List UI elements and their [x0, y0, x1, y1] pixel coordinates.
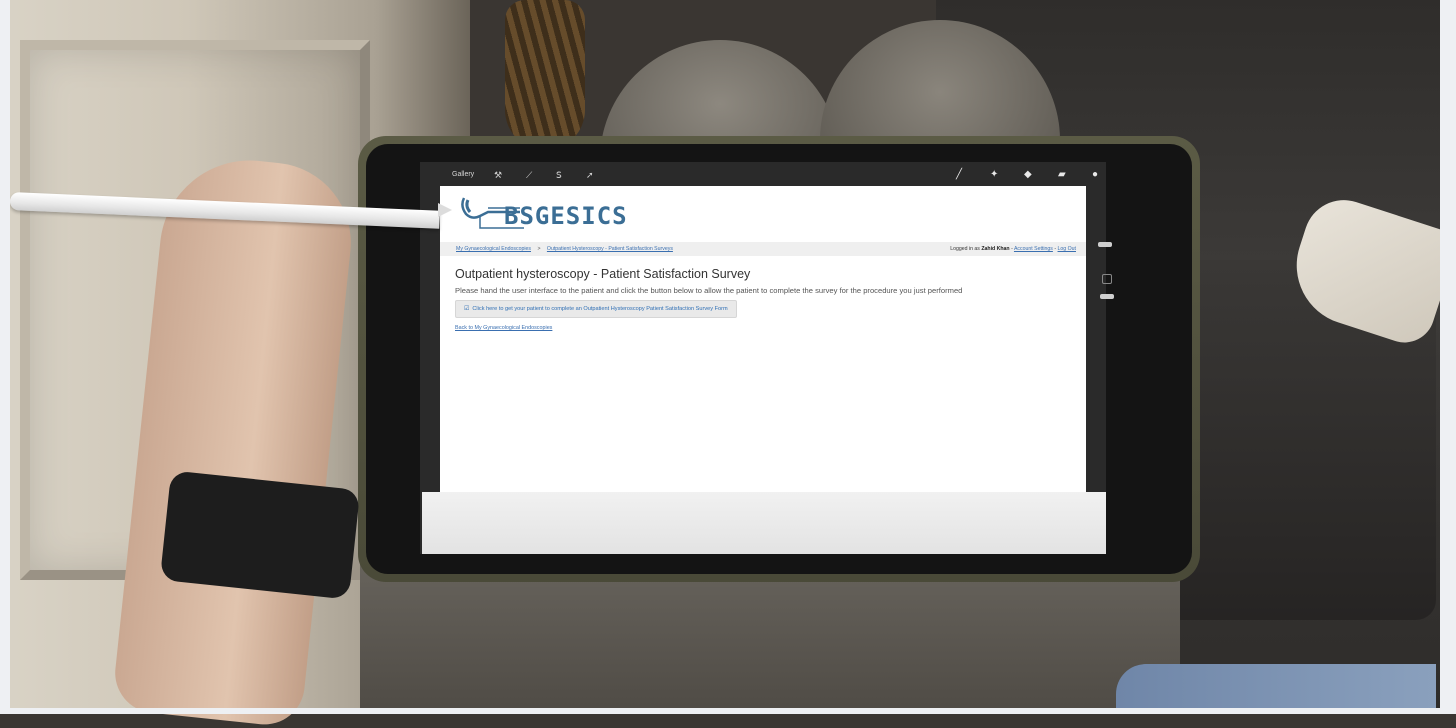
breadcrumb-satisfaction-surveys[interactable]: Outpatient Hysteroscopy - Patient Satisf…	[547, 246, 673, 252]
eraser-icon[interactable]: ◆	[1024, 169, 1032, 180]
side-square-icon	[1102, 274, 1112, 284]
brush-icon[interactable]: ╱	[956, 169, 962, 180]
canvas	[422, 492, 1106, 554]
separator: -	[1011, 246, 1013, 252]
selection-icon[interactable]: ꓢ	[556, 170, 562, 181]
layers-icon[interactable]: ▰	[1058, 169, 1066, 180]
instructions-text: Please hand the user interface to the pa…	[455, 286, 963, 295]
color-icon[interactable]: ●	[1092, 169, 1098, 180]
checkbox-icon: ☑	[464, 306, 470, 312]
wristwatch	[159, 470, 361, 600]
account-settings-link[interactable]: Account Settings	[1014, 246, 1053, 252]
web-page: BSGESICS My Gynaecological Endoscopies >…	[440, 186, 1086, 492]
breadcrumb: My Gynaecological Endoscopies > Outpatie…	[456, 242, 673, 256]
logged-in-label: Logged in as	[950, 246, 980, 252]
breadcrumb-separator: >	[537, 246, 541, 252]
transform-icon[interactable]: ➚	[586, 170, 594, 181]
plant	[505, 0, 585, 150]
start-survey-button-label: Click here to get your patient to comple…	[472, 306, 728, 312]
side-button	[1100, 294, 1114, 299]
jeans	[1116, 664, 1436, 714]
separator: -	[1054, 246, 1057, 252]
logo-text: BSGESICS	[504, 202, 628, 230]
breadcrumb-my-endoscopies[interactable]: My Gynaecological Endoscopies	[456, 246, 531, 252]
back-link[interactable]: Back to My Gynaecological Endoscopies	[455, 325, 552, 331]
navbar: My Gynaecological Endoscopies > Outpatie…	[440, 242, 1086, 256]
side-button	[1098, 242, 1112, 247]
gallery-button[interactable]: Gallery	[452, 171, 474, 178]
start-survey-button[interactable]: ☑ Click here to get your patient to compl…	[455, 300, 737, 318]
user-name: Zahid Khan	[981, 246, 1010, 252]
user-bar: Logged in as Zahid Khan - Account Settin…	[950, 242, 1076, 256]
procreate-toolbar: Gallery ⚒ ⟋ ꓢ ➚ ╱ ✦ ◆ ▰ ●	[420, 162, 1106, 186]
log-out-link[interactable]: Log Out	[1058, 246, 1076, 252]
wrench-icon[interactable]: ⚒	[494, 170, 502, 181]
page-title: Outpatient hysteroscopy - Patient Satisf…	[455, 267, 751, 281]
stylus-tip	[438, 203, 452, 217]
smudge-icon[interactable]: ✦	[990, 169, 998, 180]
magic-wand-icon[interactable]: ⟋	[526, 170, 532, 181]
